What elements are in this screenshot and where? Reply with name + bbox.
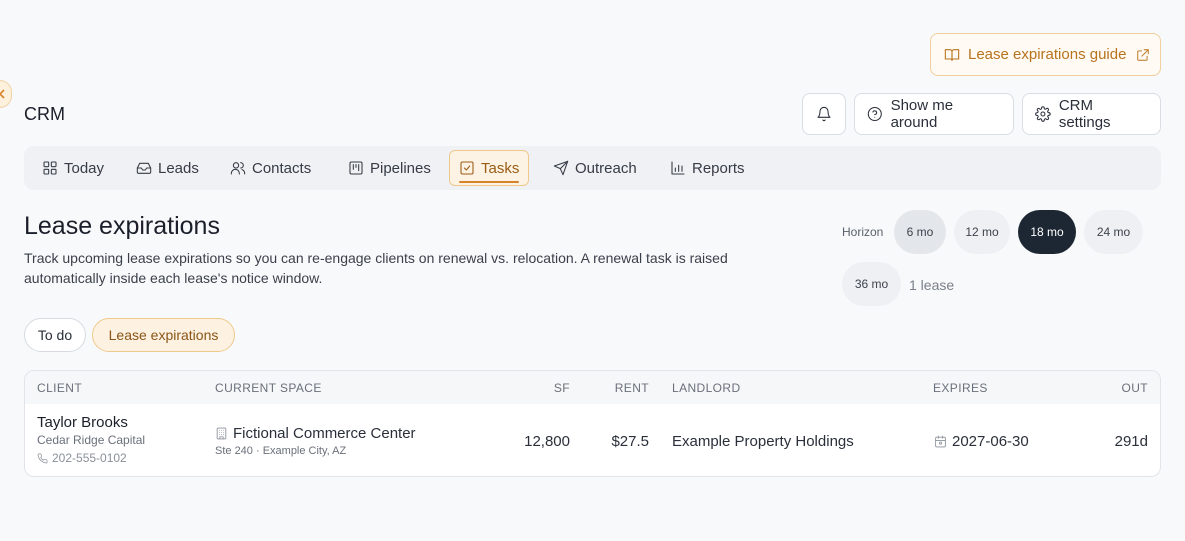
expires-date: 2027-06-30 bbox=[952, 433, 1029, 450]
rent: $27.5 bbox=[611, 433, 649, 450]
tab-label: Tasks bbox=[481, 159, 520, 177]
horizon-option-24mo[interactable]: 24 mo bbox=[1084, 210, 1143, 254]
gear-icon bbox=[1035, 106, 1051, 122]
tab-leads[interactable]: Leads bbox=[127, 150, 208, 186]
column-header-expires: EXPIRES bbox=[933, 381, 988, 395]
tab-tasks[interactable]: Tasks bbox=[449, 150, 530, 186]
space-detail: Ste 240 · Example City, AZ bbox=[215, 445, 347, 457]
bar-chart-icon bbox=[671, 161, 685, 175]
crm-tab-bar: Today Leads Contacts Pipelines Tasks Out… bbox=[24, 146, 1161, 190]
crm-settings-button[interactable]: CRM settings bbox=[1022, 93, 1161, 135]
column-header-client: CLIENT bbox=[37, 381, 83, 395]
column-header-out: OUT bbox=[1121, 381, 1148, 395]
show-me-around-button[interactable]: Show me around bbox=[854, 93, 1014, 135]
app-title: CRM bbox=[24, 104, 65, 124]
column-header-sf: SF bbox=[553, 381, 570, 395]
lease-expirations-guide-button[interactable]: Lease expirations guide bbox=[930, 33, 1161, 76]
tab-contacts[interactable]: Contacts bbox=[221, 150, 320, 186]
tab-label: Reports bbox=[692, 159, 745, 177]
tab-label: Outreach bbox=[575, 159, 637, 177]
page-description: Track upcoming lease expirations so you … bbox=[24, 250, 728, 286]
client-name[interactable]: Taylor Brooks bbox=[37, 414, 128, 431]
help-circle-icon bbox=[867, 106, 882, 122]
column-header-rent: RENT bbox=[614, 381, 649, 395]
external-link-icon bbox=[1137, 48, 1150, 61]
table-header: CLIENT CURRENT SPACE SF RENT LANDLORD EX… bbox=[25, 371, 1160, 404]
tab-outreach[interactable]: Outreach bbox=[544, 150, 646, 186]
tab-label: Pipelines bbox=[370, 159, 431, 177]
building-icon bbox=[216, 427, 227, 440]
lease-count: 1 lease bbox=[909, 277, 955, 293]
checkbox-icon bbox=[460, 161, 474, 175]
tab-today[interactable]: Today bbox=[33, 150, 113, 186]
client-phone-number: 202-555-0102 bbox=[52, 451, 127, 465]
column-header-landlord: LANDLORD bbox=[672, 381, 741, 395]
kanban-icon bbox=[349, 161, 363, 175]
tab-pipelines[interactable]: Pipelines bbox=[339, 150, 440, 186]
page-title: Lease expirations bbox=[24, 212, 220, 240]
horizon-label: Horizon bbox=[842, 225, 884, 239]
send-icon bbox=[553, 160, 569, 176]
grid-icon bbox=[43, 161, 57, 175]
guide-button-label: Lease expirations guide bbox=[968, 46, 1127, 63]
users-icon bbox=[230, 162, 246, 175]
horizon-option-18mo[interactable]: 18 mo bbox=[1018, 210, 1076, 254]
show-me-around-label: Show me around bbox=[890, 97, 954, 131]
horizon-option-12mo[interactable]: 12 mo bbox=[954, 210, 1010, 254]
book-icon bbox=[944, 48, 960, 61]
phone-icon bbox=[37, 453, 48, 463]
tab-label: Today bbox=[64, 159, 105, 177]
notifications-button[interactable] bbox=[802, 93, 846, 135]
space-name: Fictional Commerce Center bbox=[215, 425, 416, 442]
horizon-option-36mo[interactable]: 36 mo bbox=[842, 262, 901, 306]
calendar-icon bbox=[935, 435, 946, 448]
client-phone: 202-555-0102 bbox=[37, 451, 127, 465]
chevron-left-icon bbox=[0, 89, 5, 99]
filter-todo-button[interactable]: To do bbox=[24, 318, 86, 352]
inbox-icon bbox=[136, 162, 152, 174]
client-company: Cedar Ridge Capital bbox=[37, 433, 146, 447]
crm-settings-label: CRM settings bbox=[1058, 97, 1111, 131]
days-out: 291d bbox=[1114, 433, 1148, 450]
column-header-current-space: CURRENT SPACE bbox=[215, 381, 322, 395]
expires: 2027-06-30 bbox=[934, 433, 1029, 450]
horizon-option-6mo[interactable]: 6 mo bbox=[894, 210, 946, 254]
tab-label: Contacts bbox=[252, 159, 312, 177]
bell-icon bbox=[817, 106, 831, 122]
tab-reports[interactable]: Reports bbox=[661, 150, 754, 186]
sidebar-toggle-handle[interactable] bbox=[0, 80, 12, 108]
square-feet: 12,800 bbox=[524, 433, 570, 450]
tab-label: Leads bbox=[158, 159, 199, 177]
landlord: Example Property Holdings bbox=[672, 433, 854, 450]
filter-lease-expirations-button[interactable]: Lease expirations bbox=[92, 318, 235, 352]
lease-expirations-table: CLIENT CURRENT SPACE SF RENT LANDLORD EX… bbox=[24, 370, 1161, 477]
space-name-text: Fictional Commerce Center bbox=[233, 425, 416, 442]
